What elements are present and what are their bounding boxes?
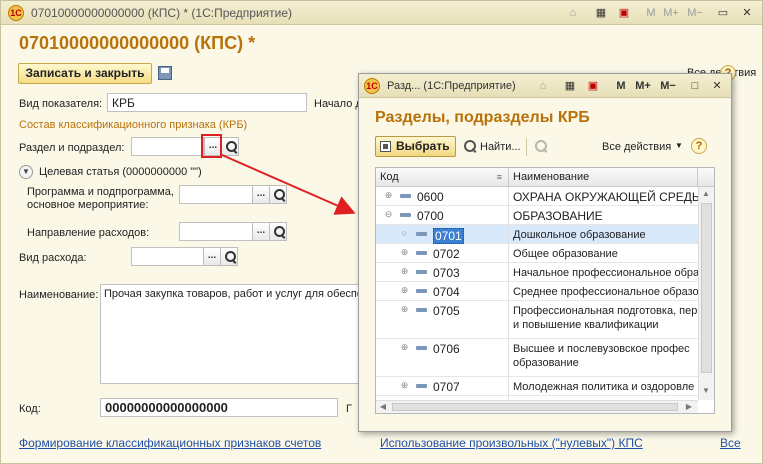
popup-calculator-icon[interactable]: ▦ (562, 78, 578, 94)
cell-code: ⊕ 0706 (376, 339, 509, 376)
table-header: Код ≡ Наименование (376, 168, 714, 187)
popup-titlebar: 1С Разд... (1С:Предприятие) ⌂ ▦ ▣ M M+ M… (359, 74, 731, 98)
sort-icon: ≡ (496, 172, 502, 182)
code-value: 0706 (433, 342, 460, 356)
code-value: 0701 (433, 228, 464, 244)
scroll-down-icon[interactable]: ▼ (699, 386, 713, 395)
name-value: Среднее профессиональное образо (513, 286, 698, 298)
col-header-name[interactable]: Наименование (509, 168, 698, 187)
col-header-code[interactable]: Код ≡ (376, 168, 509, 187)
code-value: 0707 (433, 380, 460, 394)
popup-app-icon: 1С (364, 78, 380, 94)
name-value: Молодежная политика и оздоровле (513, 381, 695, 393)
expand-toggle-icon[interactable]: ⊕ (400, 286, 409, 295)
vertical-scrollbar[interactable]: ▲ ▼ (698, 187, 714, 400)
cell-code: ⊕ 0600 (376, 187, 509, 205)
group-item-icon (416, 384, 427, 388)
popup-help-icon[interactable]: ? (691, 138, 707, 154)
popup-maximize-icon[interactable]: □ (687, 78, 703, 94)
table-row[interactable]: ○ 0701 Дошкольное образование (376, 225, 698, 244)
find-icon[interactable] (464, 140, 476, 152)
group-item-icon (416, 251, 427, 255)
group-item-icon (416, 270, 427, 274)
popup-all-actions-menu[interactable]: Все действия (602, 141, 671, 153)
group-item-icon (416, 232, 427, 236)
group-item-icon (400, 213, 411, 217)
search-cancel-icon[interactable] (535, 140, 547, 152)
dropdown-arrow-icon[interactable]: ▼ (675, 141, 683, 150)
table-row[interactable]: ⊕ 0705 Профессиональная подготовка, пер и … (376, 301, 698, 339)
popup-title: Разделы, подразделы КРБ (375, 109, 590, 126)
choose-icon (380, 141, 391, 152)
table-row[interactable]: ⊕ 0703 Начальное профессиональное обра (376, 263, 698, 282)
code-value: 0705 (433, 304, 460, 318)
cell-code: ⊕ 0705 (376, 301, 509, 338)
horizontal-scrollbar[interactable]: ◀ ▶ (376, 400, 698, 413)
choose-button-label: Выбрать (396, 139, 450, 153)
scroll-thumb[interactable] (701, 203, 712, 373)
code-value: 0704 (433, 285, 460, 299)
scroll-left-icon[interactable]: ◀ (376, 402, 390, 411)
expand-toggle-icon[interactable]: ⊕ (400, 305, 409, 314)
cell-code: ⊖ 0700 (376, 206, 509, 224)
choose-button[interactable]: Выбрать (375, 136, 456, 157)
group-item-icon (416, 308, 427, 312)
code-value: 0703 (433, 266, 460, 280)
table-row[interactable]: ⊕ 0706 Высшее и послевузовское профес обра… (376, 339, 698, 377)
toolbar-separator (526, 138, 527, 156)
popup-memory-mplus-button[interactable]: M+ (635, 78, 651, 94)
popup-close-icon[interactable]: ✕ (709, 78, 725, 94)
name-value: Высшее и послевузовское профес образован… (513, 343, 690, 369)
table-row[interactable]: ⊕ 0702 Общее образование (376, 244, 698, 263)
expand-toggle-icon[interactable]: ⊕ (400, 381, 409, 390)
group-item-icon (416, 289, 427, 293)
popup-memory-m-button[interactable]: M (613, 78, 629, 94)
code-value: 0600 (417, 190, 444, 204)
find-button[interactable]: Найти... (480, 141, 521, 153)
name-value: Начальное профессиональное обра (513, 267, 698, 279)
code-value: 0702 (433, 247, 460, 261)
popup-memory-mminus-button[interactable]: M− (660, 78, 676, 94)
cell-code: ⊕ 0702 (376, 244, 509, 262)
col-name-label: Наименование (513, 171, 590, 183)
expand-toggle-icon[interactable]: ⊖ (384, 210, 393, 219)
expand-toggle-icon[interactable]: ⊕ (400, 343, 409, 352)
cell-code: ○ 0701 (376, 225, 509, 244)
cell-code: ⊕ 0704 (376, 282, 509, 300)
cell-code: ⊕ 0703 (376, 263, 509, 281)
popup-calendar-icon[interactable]: ▣ (585, 78, 601, 94)
name-value: Дошкольное образование (513, 229, 646, 241)
sections-table: Код ≡ Наименование ⊕ 0600 ОХРАНА ОКРУЖАЮЩЕ… (375, 167, 715, 414)
expand-toggle-icon[interactable]: ○ (400, 229, 409, 238)
cell-code: ⊕ 0707 (376, 377, 509, 395)
table-row[interactable]: ⊖ 0700 ОБРАЗОВАНИЕ (376, 206, 698, 225)
table-row[interactable]: ⊕ 0704 Среднее профессиональное образо (376, 282, 698, 301)
scroll-up-icon[interactable]: ▲ (699, 189, 713, 198)
name-value: Профессиональная подготовка, пер и повыш… (513, 305, 698, 331)
expand-toggle-icon[interactable]: ⊕ (384, 191, 393, 200)
popup-window-title: Разд... (1С:Предприятие) (387, 80, 516, 92)
group-item-icon (416, 346, 427, 350)
expand-toggle-icon[interactable]: ⊕ (400, 248, 409, 257)
table-row[interactable]: ⊕ 0600 ОХРАНА ОКРУЖАЮЩЕЙ СРЕДЫ (376, 187, 698, 206)
col-code-label: Код (380, 171, 399, 183)
scroll-right-icon[interactable]: ▶ (682, 402, 696, 411)
group-item-icon (400, 194, 411, 198)
name-value: Общее образование (513, 248, 618, 260)
popup-window: 1С Разд... (1С:Предприятие) ⌂ ▦ ▣ M M+ M… (358, 73, 732, 432)
name-value: ОБРАЗОВАНИЕ (513, 209, 603, 223)
code-value: 0700 (417, 209, 444, 223)
hscroll-thumb[interactable] (392, 403, 678, 411)
expand-toggle-icon[interactable]: ⊕ (400, 267, 409, 276)
table-row[interactable]: ⊕ 0707 Молодежная политика и оздоровле (376, 377, 698, 396)
popup-home-icon[interactable]: ⌂ (535, 78, 551, 94)
name-value: ОХРАНА ОКРУЖАЮЩЕЙ СРЕДЫ (513, 190, 698, 204)
